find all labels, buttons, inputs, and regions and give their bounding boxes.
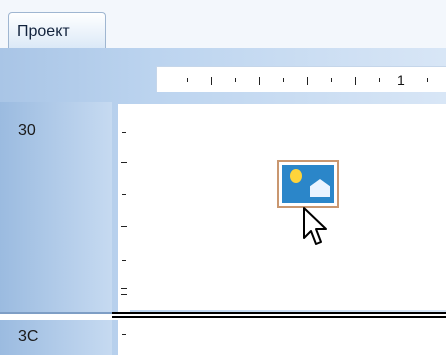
- tab-project[interactable]: Проект: [8, 12, 106, 48]
- separator-line-bottom: [112, 316, 446, 318]
- picture-shape[interactable]: [277, 160, 341, 210]
- ruler-tick: [122, 132, 126, 133]
- ruler-tick: [121, 162, 127, 163]
- ruler-tick: [259, 77, 260, 85]
- page-separator[interactable]: [0, 312, 446, 320]
- ruler-tick: [355, 77, 356, 85]
- ruler-tick: [379, 78, 380, 82]
- ruler-tick: [427, 78, 428, 82]
- bulb-icon: [290, 169, 302, 183]
- ruler-tick: [121, 226, 127, 227]
- lower-canvas[interactable]: [130, 320, 446, 355]
- picture-shape-icon: [277, 160, 339, 208]
- separator-panel-line: [0, 312, 112, 314]
- picture-background: [282, 165, 334, 203]
- row-label-30[interactable]: 30: [18, 122, 36, 140]
- ruler-tick: [122, 260, 126, 261]
- row-label-3c[interactable]: 3C: [18, 328, 38, 346]
- house-icon: [310, 179, 330, 197]
- tab-project-label: Проект: [17, 23, 70, 40]
- ruler-tick: [235, 78, 236, 82]
- ruler-tick: [121, 294, 127, 295]
- ruler-tick: [331, 78, 332, 82]
- ruler-number: 1: [397, 72, 405, 88]
- ruler-tick: [121, 288, 127, 289]
- separator-line-top: [112, 312, 446, 314]
- arrow-cursor-icon: [303, 207, 327, 245]
- ruler-tick: [187, 78, 188, 82]
- ruler-tick: [122, 334, 126, 335]
- ruler-tick: [122, 194, 126, 195]
- ruler-tick: [283, 78, 284, 82]
- horizontal-ruler[interactable]: 1: [156, 66, 446, 92]
- tab-strip: Проект: [0, 0, 446, 49]
- ruler-tick: [307, 77, 308, 85]
- ruler-tick: [211, 77, 212, 85]
